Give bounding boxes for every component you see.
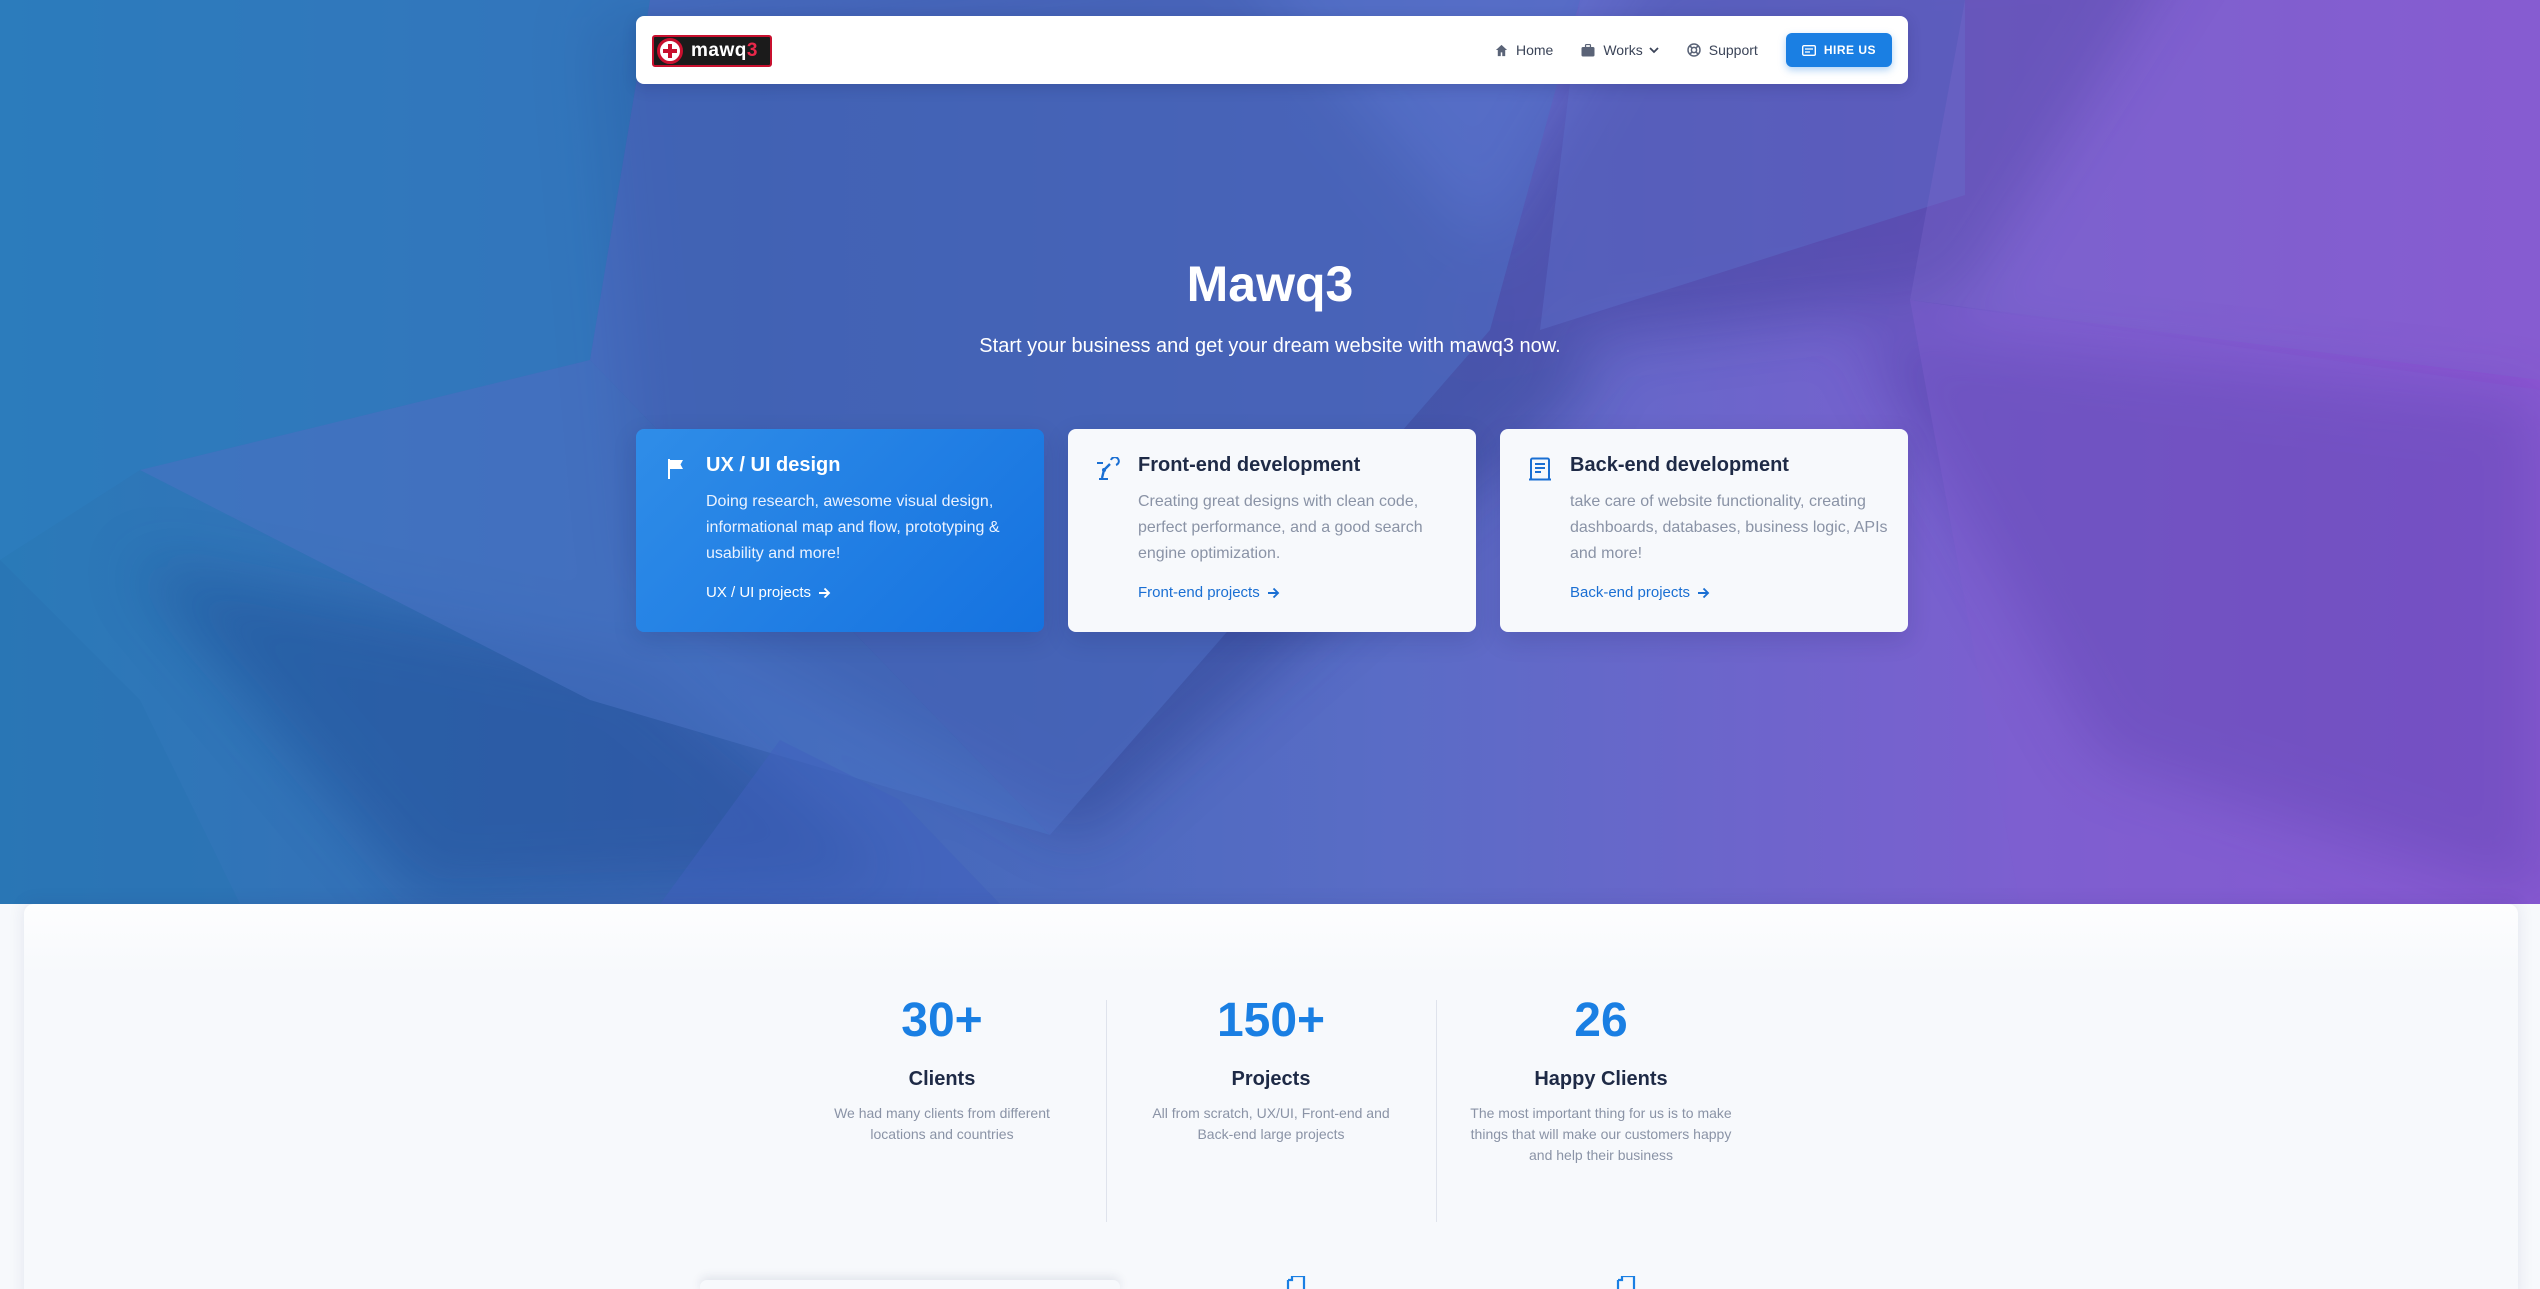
- stat-description: All from scratch, UX/UI, Front-end and B…: [1152, 1105, 1390, 1142]
- next-section-card-edge: [700, 1280, 1120, 1289]
- back-end-projects-link[interactable]: Back-end projects: [1570, 584, 1710, 601]
- hire-us-button[interactable]: HIRE US: [1785, 33, 1892, 67]
- stat-description: The most important thing for us is to ma…: [1470, 1105, 1732, 1163]
- service-card-title: Front-end development: [1138, 454, 1361, 476]
- stat-clients: 30+ Clients We had many clients from dif…: [778, 992, 1106, 1145]
- arrow-right-icon: [1267, 587, 1280, 598]
- nav-works[interactable]: Works: [1581, 42, 1659, 58]
- page: mawq3 Home Works Support HIRE US Mawq3 S: [0, 0, 2540, 1289]
- nav-support[interactable]: Support: [1687, 42, 1758, 58]
- flag-icon: [668, 459, 683, 479]
- device-icon: [1616, 1276, 1636, 1289]
- stat-number: 150+: [1216, 994, 1326, 1047]
- home-icon: [1495, 44, 1508, 56]
- service-card-ux-ui[interactable]: UX / UI design Doing research, awesome v…: [636, 429, 1044, 632]
- front-end-projects-label: Front-end projects: [1138, 584, 1260, 601]
- logo-text: mawq3: [691, 40, 758, 61]
- robot-arm-icon: [1097, 457, 1120, 480]
- id-card-icon: [1801, 44, 1816, 56]
- stat-title: Projects: [1231, 1068, 1311, 1090]
- stat-number: 26: [1574, 994, 1628, 1047]
- service-card-description: Creating great designs with clean code, …: [1138, 493, 1423, 562]
- logo-mark-icon: [657, 38, 683, 64]
- stat-title: Happy Clients: [1534, 1068, 1668, 1090]
- service-card-front-end[interactable]: Front-end development Creating great des…: [1068, 429, 1476, 632]
- navbar: mawq3 Home Works Support HIRE US: [636, 16, 1908, 84]
- arrow-right-icon: [1698, 587, 1710, 598]
- lifebuoy-icon: [1687, 43, 1701, 57]
- nav-works-label: Works: [1603, 42, 1643, 58]
- nav-support-label: Support: [1708, 42, 1758, 58]
- stat-description: We had many clients from different locat…: [834, 1105, 1050, 1142]
- logo[interactable]: mawq3: [652, 35, 772, 67]
- service-card-back-end[interactable]: Back-end development take care of websit…: [1500, 429, 1908, 632]
- stat-title: Clients: [908, 1068, 976, 1090]
- stat-happy-clients: 26 Happy Clients The most important thin…: [1437, 992, 1765, 1166]
- hero-subtitle: Start your business and get your dream w…: [979, 335, 1561, 357]
- ux-ui-projects-link[interactable]: UX / UI projects: [706, 584, 831, 601]
- nav-home[interactable]: Home: [1495, 42, 1553, 58]
- document-icon: [1529, 457, 1551, 481]
- device-icon: [1286, 1276, 1306, 1289]
- hero-title: Mawq3: [1186, 256, 1354, 312]
- service-card-title: Back-end development: [1570, 454, 1789, 476]
- hire-us-label: HIRE US: [1823, 43, 1876, 57]
- arrow-right-icon: [819, 587, 831, 598]
- stat-number: 30+: [901, 994, 983, 1047]
- chevron-down-icon: [1649, 46, 1659, 53]
- back-end-projects-label: Back-end projects: [1570, 584, 1691, 601]
- stat-projects: 150+ Projects All from scratch, UX/UI, F…: [1107, 992, 1435, 1145]
- service-card-description: Doing research, awesome visual design, i…: [706, 493, 1000, 562]
- service-card-description: take care of website functionality, crea…: [1570, 493, 1888, 562]
- nav-links: Home Works Support HIRE US: [1495, 33, 1892, 67]
- service-card-title: UX / UI design: [706, 454, 841, 476]
- front-end-projects-link[interactable]: Front-end projects: [1138, 584, 1280, 601]
- briefcase-icon: [1581, 43, 1595, 56]
- ux-ui-projects-label: UX / UI projects: [706, 584, 812, 601]
- nav-home-label: Home: [1515, 42, 1554, 58]
